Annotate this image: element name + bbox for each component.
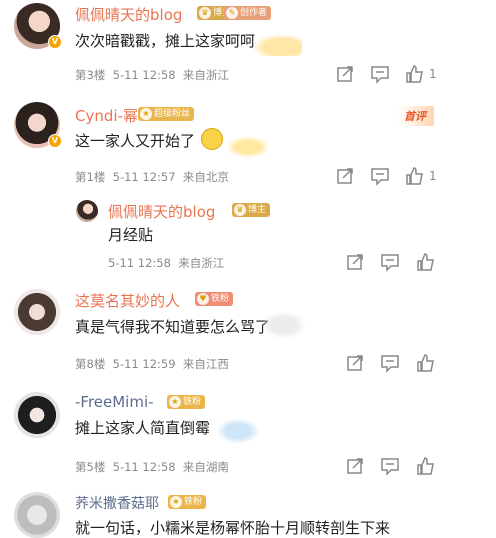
share-icon[interactable] <box>335 166 355 186</box>
comment-text: 次次暗戳戳，摊上这家呵呵 <box>75 32 256 50</box>
fan-badge: ★ 超级粉丝 <box>138 107 195 121</box>
creator-icon: ✎ <box>226 7 238 19</box>
fan-level-icon: ★ <box>169 396 181 408</box>
like-count: 1 <box>429 169 437 183</box>
fan-level-icon: ★ <box>170 496 182 508</box>
comment-date: 5-11 12:58 <box>112 460 176 474</box>
author-badge: ♛ 博主 <box>232 203 271 217</box>
comment-location: 来自北京 <box>182 170 229 184</box>
share-icon[interactable] <box>345 456 365 476</box>
comment-location: 来自湖南 <box>182 460 229 474</box>
avatar[interactable] <box>14 289 60 335</box>
fan-badge: ★ 铁粉 <box>168 495 207 509</box>
comment-text: 就一句话，小糯米是杨幂怀胎十月顺转剖生下来 <box>75 519 391 537</box>
reply-meta: 5-11 12:58 来自浙江 <box>108 255 224 271</box>
reply-date: 5-11 12:58 <box>108 256 171 270</box>
floor-number: 第8楼 <box>75 357 106 371</box>
username[interactable]: 这莫名其妙的人 <box>75 290 180 311</box>
first-comment-label: 首评 <box>398 106 434 126</box>
share-icon[interactable] <box>345 252 365 272</box>
comment-date: 5-11 12:59 <box>112 357 176 371</box>
floor-number: 第3楼 <box>75 68 106 82</box>
creator-badge: ✎ 创作者 <box>224 6 272 20</box>
comment-text: 摊上这家人简直倒霉 <box>75 419 211 437</box>
comment-icon[interactable] <box>380 353 400 373</box>
username[interactable]: Cyndi-幂 <box>75 105 138 126</box>
comment-meta: 第3楼 5-11 12:58 来自浙江 <box>75 67 229 83</box>
username[interactable]: 荞米撒香菇耶 <box>75 493 159 513</box>
floor-number: 第1楼 <box>75 170 106 184</box>
verified-badge-icon: V <box>48 134 62 148</box>
share-icon[interactable] <box>345 353 365 373</box>
comment-meta: 第5楼 5-11 12:58 来自湖南 <box>75 459 229 475</box>
fan-level-icon: ♥ <box>197 293 209 305</box>
comment-date: 5-11 12:57 <box>112 170 176 184</box>
comment-date: 5-11 12:58 <box>112 68 176 82</box>
comment-meta: 第8楼 5-11 12:59 来自江西 <box>75 356 229 372</box>
reply-avatar[interactable] <box>76 200 98 222</box>
comment-meta: 第1楼 5-11 12:57 来自北京 <box>75 169 229 185</box>
username[interactable]: 佩佩晴天的blog <box>75 4 182 25</box>
like-icon[interactable] <box>416 252 436 272</box>
comment-icon[interactable] <box>370 166 390 186</box>
like-icon[interactable] <box>416 353 436 373</box>
decoration-sticker <box>226 136 270 158</box>
decoration-sticker <box>252 34 302 56</box>
comment-icon[interactable] <box>380 252 400 272</box>
fan-badge: ♥ 铁粉 <box>195 292 234 306</box>
like-icon[interactable] <box>405 64 425 84</box>
emoji-icon <box>201 128 223 150</box>
comment-icon[interactable] <box>370 64 390 84</box>
avatar[interactable] <box>14 492 60 538</box>
avatar[interactable] <box>14 392 60 438</box>
crown-icon: ♛ <box>234 204 246 216</box>
comment-text: 真是气得我不知道要怎么骂了 <box>75 318 271 336</box>
like-icon[interactable] <box>405 166 425 186</box>
verified-badge-icon: V <box>48 35 62 49</box>
fan-badge: ★ 铁粉 <box>167 395 206 409</box>
like-icon[interactable] <box>416 456 436 476</box>
comment-text: 这一家人又开始了 <box>75 132 196 150</box>
like-count: 1 <box>429 67 437 81</box>
reply-username[interactable]: 佩佩晴天的blog <box>108 201 215 222</box>
comment-location: 来自浙江 <box>182 68 229 82</box>
share-icon[interactable] <box>335 64 355 84</box>
comment-icon[interactable] <box>380 456 400 476</box>
comment-location: 来自江西 <box>182 357 229 371</box>
decoration-sticker <box>262 311 306 339</box>
reply-location: 来自浙江 <box>178 256 225 270</box>
fan-level-icon: ★ <box>140 108 152 120</box>
floor-number: 第5楼 <box>75 460 106 474</box>
username[interactable]: -FreeMimi- <box>75 393 154 411</box>
reply-text: 月经贴 <box>108 226 154 244</box>
decoration-sticker <box>216 418 260 444</box>
crown-icon: ♛ <box>199 7 211 19</box>
